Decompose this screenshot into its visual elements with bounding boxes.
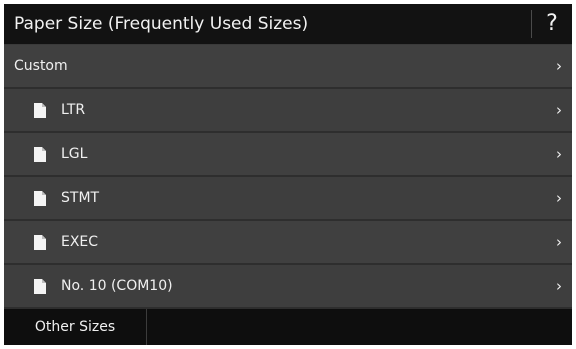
list-item-custom[interactable]: Custom ›: [4, 45, 572, 89]
title-bar: Paper Size (Frequently Used Sizes) ?: [4, 4, 572, 44]
paper-size-screen: Paper Size (Frequently Used Sizes) ? Cus…: [4, 4, 572, 345]
footer-bar: Other Sizes: [4, 309, 572, 345]
list-item-label: Custom: [14, 58, 68, 74]
paper-size-list: Custom › LTR › LGL › STMT › EXEC › No. 1…: [4, 45, 572, 309]
list-item-lgl[interactable]: LGL ›: [4, 133, 572, 177]
list-item-label: LGL: [61, 146, 88, 162]
paper-sheet-icon: [34, 147, 46, 162]
list-item-label: LTR: [61, 102, 86, 118]
paper-sheet-icon: [34, 191, 46, 206]
envelope-paper-icon: [34, 279, 46, 294]
list-item-ltr[interactable]: LTR ›: [4, 89, 572, 133]
list-item-exec[interactable]: EXEC ›: [4, 221, 572, 265]
chevron-right-icon: ›: [556, 101, 562, 119]
page-title: Paper Size (Frequently Used Sizes): [14, 14, 309, 34]
list-item-label: No. 10 (COM10): [61, 278, 173, 294]
paper-sheet-icon: [34, 235, 46, 250]
help-button[interactable]: ?: [532, 4, 572, 44]
list-item-label: STMT: [61, 190, 100, 206]
chevron-right-icon: ›: [556, 57, 562, 75]
chevron-right-icon: ›: [556, 233, 562, 251]
chevron-right-icon: ›: [556, 189, 562, 207]
chevron-right-icon: ›: [556, 277, 562, 295]
list-item-stmt[interactable]: STMT ›: [4, 177, 572, 221]
list-item-com10[interactable]: No. 10 (COM10) ›: [4, 265, 572, 309]
paper-sheet-icon: [34, 103, 46, 118]
other-sizes-button[interactable]: Other Sizes: [4, 309, 147, 345]
list-item-label: EXEC: [61, 234, 99, 250]
chevron-right-icon: ›: [556, 145, 562, 163]
